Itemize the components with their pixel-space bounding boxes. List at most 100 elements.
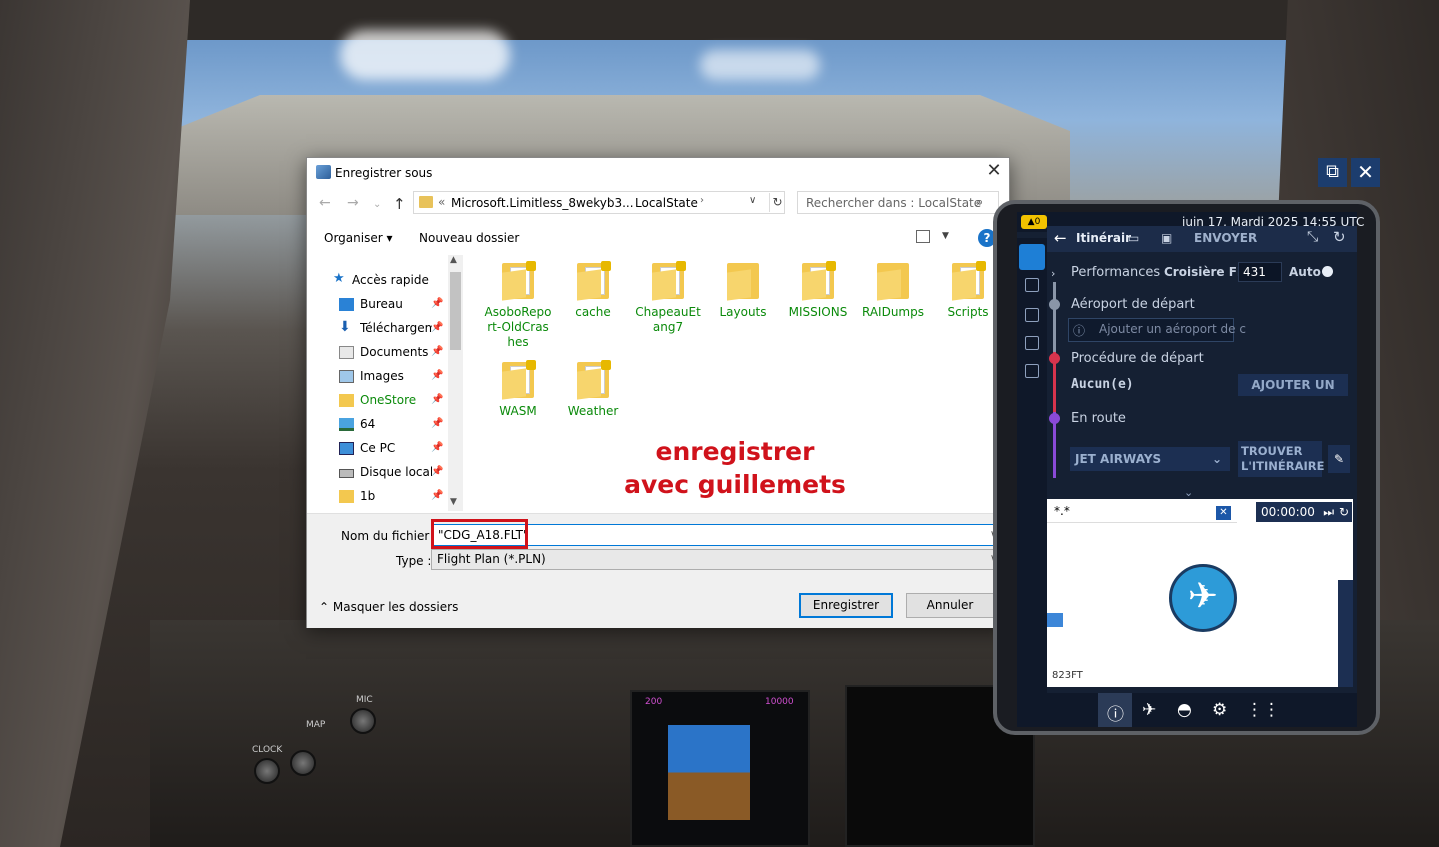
folder-name: Layouts: [719, 305, 767, 319]
procedure-value: Aucun(e): [1071, 377, 1134, 392]
folder-name: ChapeauEt ang7: [635, 305, 701, 334]
close-icon[interactable]: ✕: [1216, 506, 1231, 520]
pin-icon[interactable]: 📌: [431, 442, 443, 453]
expand-chevron-icon[interactable]: ⌄: [1184, 486, 1193, 499]
list-icon[interactable]: [1025, 336, 1039, 350]
file-type-select[interactable]: Flight Plan (*.PLN) ∨: [431, 549, 1005, 570]
navigation-scrollbar[interactable]: ▲ ▼: [448, 255, 463, 511]
nav-item-this-pc[interactable]: Ce PC 📌: [307, 437, 447, 461]
pin-icon[interactable]: 📌: [431, 370, 443, 381]
popout-icon[interactable]: ⧉: [1318, 158, 1347, 187]
nav-item-label: Ce PC: [360, 441, 396, 455]
map-tools[interactable]: [1338, 580, 1353, 687]
refresh-icon[interactable]: ↻: [769, 193, 785, 212]
mic-knob[interactable]: [350, 708, 376, 734]
folder-item[interactable]: Layouts: [709, 261, 777, 320]
folder-item[interactable]: ChapeauEt ang7: [634, 261, 702, 335]
pin-icon[interactable]: 📌: [431, 418, 443, 429]
chevron-down-icon[interactable]: ▼: [942, 231, 949, 241]
performances-label[interactable]: Performances: [1071, 265, 1160, 280]
breadcrumb-chevron-icon[interactable]: ›: [608, 195, 612, 206]
nav-item-quick-access[interactable]: ★ Accès rapide: [307, 269, 447, 293]
nav-item-onestore[interactable]: OneStore 📌: [307, 389, 447, 413]
recent-locations-chevron-icon[interactable]: ⌄: [373, 199, 381, 210]
open-folder-icon[interactable]: ▭: [1128, 231, 1139, 245]
find-route-button[interactable]: TROUVER L'ITINÉRAIRE: [1238, 441, 1324, 477]
folder-item[interactable]: MISSIONS: [784, 261, 852, 320]
save-icon[interactable]: ▣: [1161, 231, 1172, 245]
nav-item-local-disk[interactable]: Disque local ( 📌: [307, 461, 447, 485]
network-icon: [339, 418, 354, 431]
back-arrow-icon[interactable]: ←: [1054, 229, 1067, 247]
scrollbar-thumb[interactable]: [450, 272, 461, 350]
close-icon[interactable]: ✕: [1351, 158, 1380, 187]
hide-folders-toggle[interactable]: ⌃ Masquer les dossiers: [319, 600, 458, 614]
breadcrumb-chevron-icon[interactable]: ›: [700, 195, 704, 206]
airplane-icon[interactable]: ✈: [1169, 564, 1237, 632]
map-knob[interactable]: [290, 750, 316, 776]
new-folder-button[interactable]: Nouveau dossier: [419, 231, 519, 245]
scroll-up-icon[interactable]: ▲: [450, 255, 457, 265]
pin-icon[interactable]: 📌: [431, 394, 443, 405]
page-icon[interactable]: [1025, 278, 1039, 292]
up-arrow-icon[interactable]: ↑: [393, 195, 406, 213]
pin-icon[interactable]: 📌: [431, 298, 443, 309]
folder-item[interactable]: WASM: [484, 360, 552, 419]
swap-icon[interactable]: [1019, 244, 1045, 270]
pin-icon[interactable]: 📌: [431, 346, 443, 357]
map-search-bar[interactable]: *.*: [1047, 499, 1237, 523]
search-input[interactable]: Rechercher dans : LocalState ⌕: [797, 191, 999, 214]
nav-item-desktop[interactable]: Bureau 📌: [307, 293, 447, 317]
search-icon[interactable]: ⌕: [976, 195, 983, 210]
scroll-down-icon[interactable]: ▼: [450, 497, 457, 507]
folder-item[interactable]: Weather: [559, 360, 627, 419]
nav-item-1b[interactable]: 1b 📌: [307, 485, 447, 509]
glareshield-top: [0, 0, 1439, 40]
send-button[interactable]: ENVOYER: [1194, 231, 1257, 245]
chevron-right-icon[interactable]: ›: [1051, 267, 1055, 280]
nav-item-label: Documents: [360, 345, 429, 359]
chevron-down-icon[interactable]: ∨: [749, 195, 756, 206]
breadcrumb-item[interactable]: Microsoft.Limitless_8wekyb3...: [451, 196, 634, 210]
breadcrumb-item[interactable]: LocalState: [635, 196, 698, 210]
edit-icon[interactable]: ✎: [1328, 445, 1350, 473]
folder-icon: [498, 360, 538, 400]
airplane-icon[interactable]: ✈: [1142, 700, 1156, 720]
folder-item[interactable]: AsoboRepo rt-OldCras hes: [484, 261, 552, 350]
back-arrow-icon[interactable]: ←: [319, 195, 331, 211]
folder-item[interactable]: Scripts: [934, 261, 1002, 320]
close-button[interactable]: ✕: [982, 161, 1006, 183]
pin-icon[interactable]: 📌: [431, 490, 443, 501]
airline-select[interactable]: JET AIRWAYS ⌄: [1070, 447, 1230, 471]
nav-item-downloads[interactable]: ⬇ Téléchargements 📌: [307, 317, 447, 341]
nav-item-documents[interactable]: Documents 📌: [307, 341, 447, 365]
play-icon[interactable]: ⏭: [1323, 502, 1334, 522]
headset-icon[interactable]: ◓: [1177, 700, 1192, 720]
refresh-icon[interactable]: ↻: [1333, 228, 1346, 246]
cancel-button[interactable]: Annuler: [906, 593, 994, 618]
clock-knob[interactable]: [254, 758, 280, 784]
nav-item-64[interactable]: 64 📌: [307, 413, 447, 437]
folder-item[interactable]: RAIDumps: [859, 261, 927, 320]
clipboard-icon[interactable]: [1025, 364, 1039, 378]
apps-grid-icon[interactable]: ⋮⋮: [1246, 700, 1280, 720]
forward-arrow-icon[interactable]: →: [347, 195, 359, 211]
warning-badge[interactable]: ▲0: [1021, 215, 1047, 229]
folder-item[interactable]: cache: [559, 261, 627, 320]
auto-toggle[interactable]: [1322, 266, 1333, 277]
add-procedure-button[interactable]: AJOUTER UN: [1238, 374, 1348, 396]
info-icon[interactable]: ⓘ: [1107, 700, 1124, 725]
address-bar[interactable]: « Microsoft.Limitless_8wekyb3... › Local…: [413, 191, 785, 214]
nav-item-images[interactable]: Images 📌: [307, 365, 447, 389]
save-button[interactable]: Enregistrer: [799, 593, 893, 618]
pin-icon[interactable]: 📌: [431, 466, 443, 477]
gear-icon[interactable]: ⚙: [1212, 700, 1227, 720]
lock-icon[interactable]: [1025, 308, 1039, 322]
breadcrumb-overflow[interactable]: «: [438, 195, 445, 209]
collapse-icon[interactable]: ⤡: [1307, 229, 1318, 245]
view-options-icon[interactable]: [916, 230, 930, 243]
pin-icon[interactable]: 📌: [431, 322, 443, 333]
reset-icon[interactable]: ↻: [1339, 502, 1349, 522]
organize-menu[interactable]: Organiser ▾: [324, 231, 392, 245]
download-icon: ⬇: [339, 319, 351, 335]
